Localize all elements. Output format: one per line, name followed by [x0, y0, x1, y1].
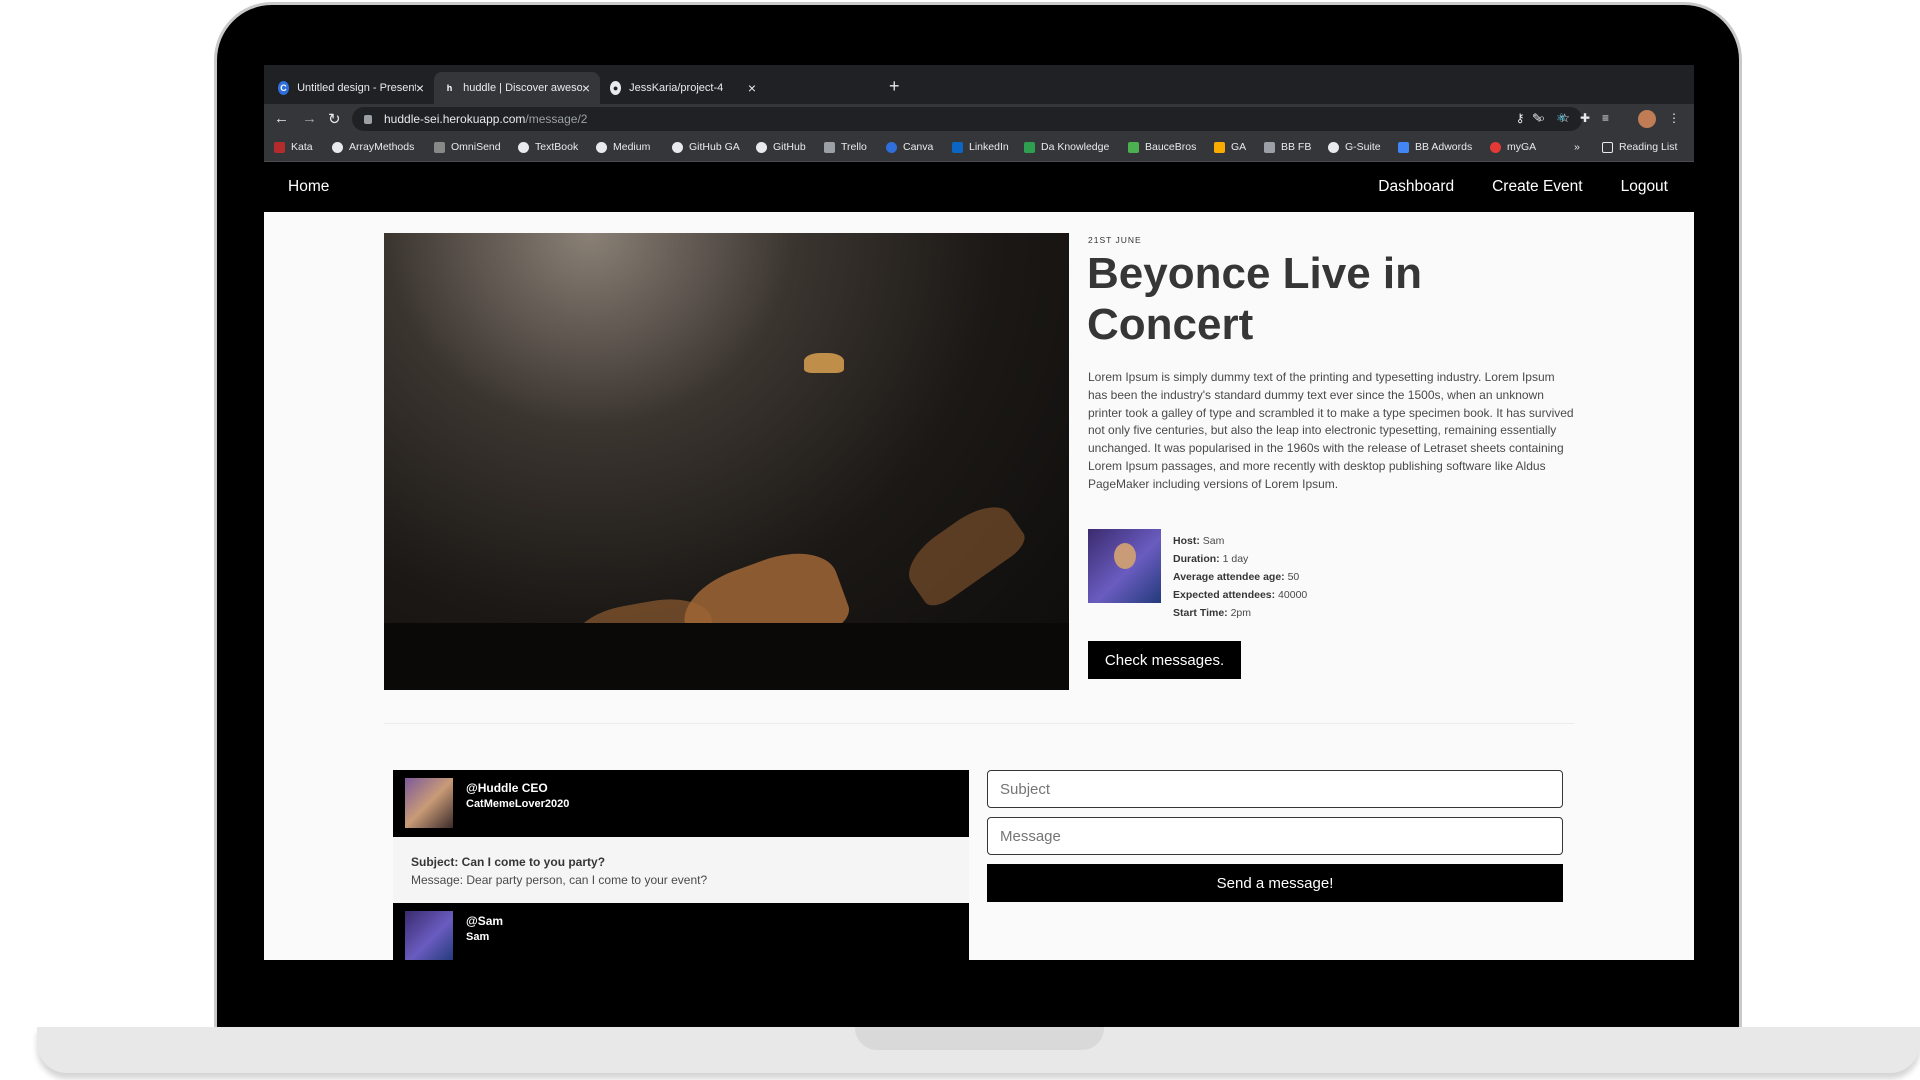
event-title: Beyonce Live in Concert [1087, 249, 1423, 349]
reading-list[interactable]: Reading List [1602, 141, 1677, 153]
section-divider [384, 723, 1574, 724]
site-navbar: Home Dashboard Create Event Logout [264, 162, 1694, 212]
bookmark[interactable]: GitHub GA [672, 141, 740, 153]
event-date: 21ST JUNE [1088, 235, 1142, 245]
url-bar[interactable]: huddle-sei.herokuapp.com/message/2 ⚷ ⌕ ☆ [352, 107, 1582, 131]
profile-avatar[interactable] [1638, 110, 1656, 128]
host-value: Sam [1202, 535, 1225, 547]
address-toolbar: ← → ↻ huddle-sei.herokuapp.com/message/2… [264, 104, 1694, 134]
send-message-button[interactable]: Send a message! [987, 864, 1563, 902]
check-messages-button[interactable]: Check messages. [1088, 641, 1241, 679]
bookmark[interactable]: Da Knowledge [1024, 141, 1109, 153]
huddle-icon: h [446, 83, 453, 93]
laptop-notch [855, 1027, 1104, 1050]
extension-icon[interactable]: ✎ [1532, 111, 1542, 125]
bookmark[interactable]: BB Adwords [1398, 141, 1472, 153]
lock-icon [364, 114, 372, 124]
message-header: @Sam Sam [393, 903, 969, 960]
bookmark[interactable]: GA [1214, 141, 1246, 153]
bookmark[interactable]: OmniSend [434, 141, 501, 153]
message-input[interactable] [987, 817, 1563, 855]
bookmark[interactable]: Medium [596, 141, 650, 153]
duration-value: 1 day [1222, 553, 1249, 565]
bookmark[interactable]: myGA [1490, 141, 1536, 153]
url-path: /message/2 [525, 112, 588, 126]
nav-dashboard[interactable]: Dashboard [1378, 178, 1454, 196]
key-icon[interactable]: ⚷ [1516, 111, 1525, 126]
nav-create-event[interactable]: Create Event [1492, 178, 1582, 196]
bookmark[interactable]: Canva [886, 141, 933, 153]
message-header: @Huddle CEO CatMemeLover2020 [393, 770, 969, 837]
reload-icon[interactable]: ↻ [328, 110, 341, 128]
bookmark[interactable]: BB FB [1264, 141, 1311, 153]
bookmark[interactable]: Kata [274, 141, 313, 153]
subject-input[interactable] [987, 770, 1563, 808]
tab-title: huddle | Discover awesome ev [463, 82, 582, 94]
tab-huddle[interactable]: h huddle | Discover awesome ev × [434, 72, 600, 104]
host-avatar [1088, 529, 1161, 603]
message-handle: @Huddle CEO [466, 781, 548, 795]
tab-title: Untitled design - Presentation [297, 82, 416, 94]
browser-window: C Untitled design - Presentation × h hud… [264, 65, 1694, 960]
bookmarks-bar: Kata ArrayMethods OmniSend TextBook Medi… [264, 134, 1694, 162]
back-icon[interactable]: ← [274, 110, 289, 127]
nav-logout[interactable]: Logout [1621, 178, 1668, 196]
close-icon[interactable]: × [582, 80, 590, 96]
avatar [405, 911, 453, 960]
github-icon: ● [610, 81, 622, 95]
age-value: 50 [1287, 571, 1300, 583]
close-icon[interactable]: × [748, 80, 756, 96]
event-description: Lorem Ipsum is simply dummy text of the … [1088, 370, 1574, 491]
bookmark[interactable]: G-Suite [1328, 141, 1381, 153]
nav-home[interactable]: Home [288, 178, 329, 196]
message-text: Message: Dear party person, can I come t… [411, 873, 708, 887]
canva-icon: C [278, 81, 290, 95]
tab-github[interactable]: ● JessKaria/project-4 × [600, 72, 766, 104]
message-username: CatMemeLover2020 [466, 798, 570, 810]
start-time-value: 2pm [1230, 607, 1252, 619]
bookmark[interactable]: ArrayMethods [332, 141, 414, 153]
close-icon[interactable]: × [416, 80, 424, 96]
avatar [405, 778, 453, 828]
forward-icon[interactable]: → [302, 110, 317, 127]
url-domain: huddle-sei.herokuapp.com [384, 112, 526, 126]
new-tab-button[interactable]: + [889, 76, 900, 97]
message-username: Sam [466, 931, 490, 943]
tab-title: JessKaria/project-4 [629, 82, 724, 94]
bookmark[interactable]: LinkedIn [952, 141, 1009, 153]
message-body: Subject: Can I come to you party? Messag… [393, 837, 969, 903]
event-image [384, 233, 1069, 690]
bookmarks-overflow[interactable]: » [1574, 141, 1580, 153]
media-icon[interactable]: ≡ [1602, 111, 1609, 125]
menu-icon[interactable]: ⋮ [1668, 111, 1680, 125]
event-details: Host: Sam Duration: 1 day Average attend… [1173, 535, 1308, 619]
bookmark[interactable]: TextBook [518, 141, 578, 153]
react-icon[interactable]: ⚛ [1556, 111, 1567, 125]
puzzle-icon[interactable]: ✚ [1580, 111, 1590, 125]
message-subject: Subject: Can I come to you party? [411, 855, 606, 869]
message-handle: @Sam [466, 914, 504, 928]
attendees-value: 40000 [1278, 589, 1308, 601]
bookmark[interactable]: GitHub [756, 141, 806, 153]
bookmark[interactable]: Trello [824, 141, 867, 153]
tab-canva[interactable]: C Untitled design - Presentation × [268, 72, 434, 104]
bookmark[interactable]: BauceBros [1128, 141, 1196, 153]
tab-bar: C Untitled design - Presentation × h hud… [264, 65, 1694, 104]
